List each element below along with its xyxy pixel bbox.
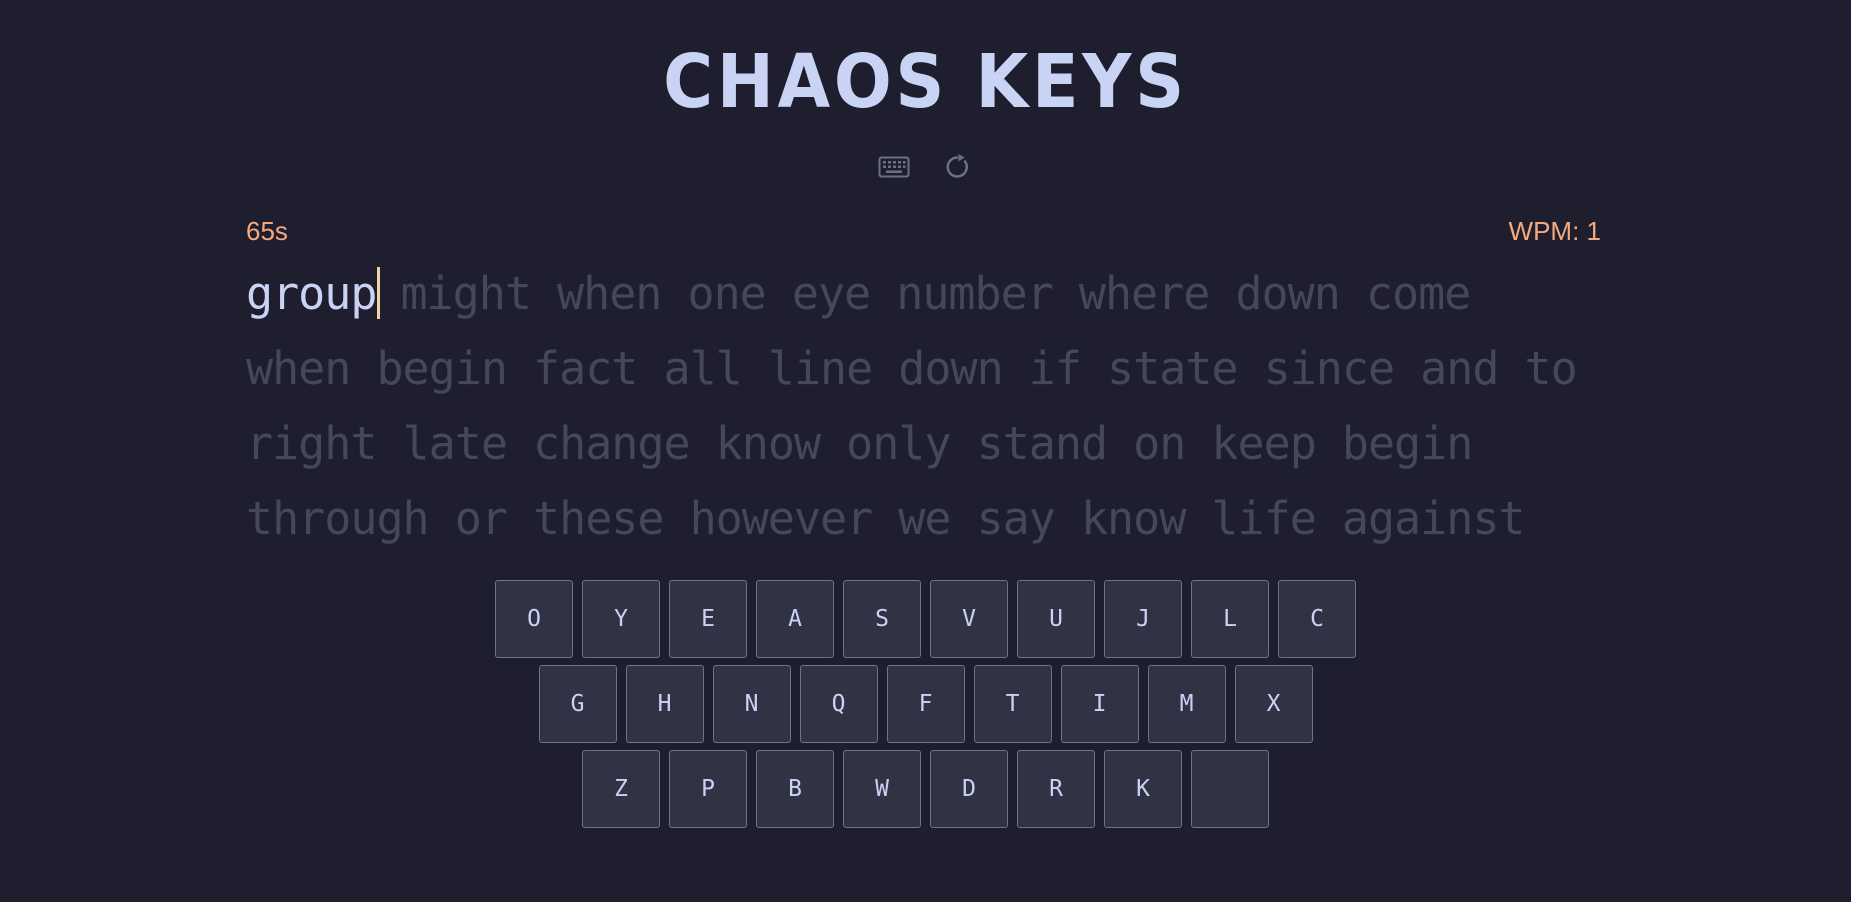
key-f[interactable]: F <box>886 665 965 743</box>
key-z[interactable]: Z <box>582 750 660 828</box>
key-b[interactable]: B <box>756 750 834 828</box>
key-r[interactable]: R <box>1017 750 1095 828</box>
key-l[interactable]: L <box>1191 580 1269 658</box>
text-caret <box>377 267 381 319</box>
keyboard-icon[interactable] <box>877 150 911 184</box>
key-x[interactable]: X <box>1234 665 1313 743</box>
restart-icon[interactable] <box>941 150 975 184</box>
key-t[interactable]: T <box>973 665 1052 743</box>
key-c[interactable]: C <box>1278 580 1356 658</box>
key-h[interactable]: H <box>625 665 704 743</box>
wpm-counter: WPM: 1 <box>1508 216 1601 246</box>
key-i[interactable]: I <box>1060 665 1139 743</box>
key-y[interactable]: Y <box>582 580 660 658</box>
key-d[interactable]: D <box>930 750 1008 828</box>
key-v[interactable]: V <box>930 580 1008 658</box>
key-e[interactable]: E <box>669 580 747 658</box>
key-j[interactable]: J <box>1104 580 1182 658</box>
key-w[interactable]: W <box>843 750 921 828</box>
word-line: right late change know only stand on kee… <box>246 417 1473 470</box>
typing-area[interactable]: group might when one eye number where dow… <box>246 256 1606 556</box>
key-u[interactable]: U <box>1017 580 1095 658</box>
word-line: group might when one eye number where dow… <box>246 256 1606 331</box>
key-m[interactable]: M <box>1147 665 1226 743</box>
untyped-text: might when one eye number where down com… <box>400 267 1471 320</box>
key-n[interactable]: N <box>712 665 791 743</box>
key-q[interactable]: Q <box>799 665 878 743</box>
key-space[interactable] <box>1191 750 1269 828</box>
app-title: CHAOS KEYS <box>663 39 1188 125</box>
keyboard-row-3: Z P B W D R K <box>0 750 1851 828</box>
key-o[interactable]: O <box>495 580 573 658</box>
typed-word: group <box>246 267 377 320</box>
key-s[interactable]: S <box>843 580 921 658</box>
on-screen-keyboard: O Y E A S V U J L C G H N Q F T I M X Z … <box>0 580 1851 835</box>
key-p[interactable]: P <box>669 750 747 828</box>
toolbar <box>0 150 1851 184</box>
keyboard-row-1: O Y E A S V U J L C <box>0 580 1851 658</box>
app: CHAOS KEYS 65s WPM: 1 group might when o… <box>0 0 1851 902</box>
keyboard-row-2: G H N Q F T I M X <box>0 665 1851 743</box>
word-line: through or these however we say know lif… <box>246 492 1526 545</box>
key-a[interactable]: A <box>756 580 834 658</box>
key-g[interactable]: G <box>538 665 617 743</box>
key-k[interactable]: K <box>1104 750 1182 828</box>
word-line: when begin fact all line down if state s… <box>246 342 1578 395</box>
timer: 65s <box>246 216 288 246</box>
